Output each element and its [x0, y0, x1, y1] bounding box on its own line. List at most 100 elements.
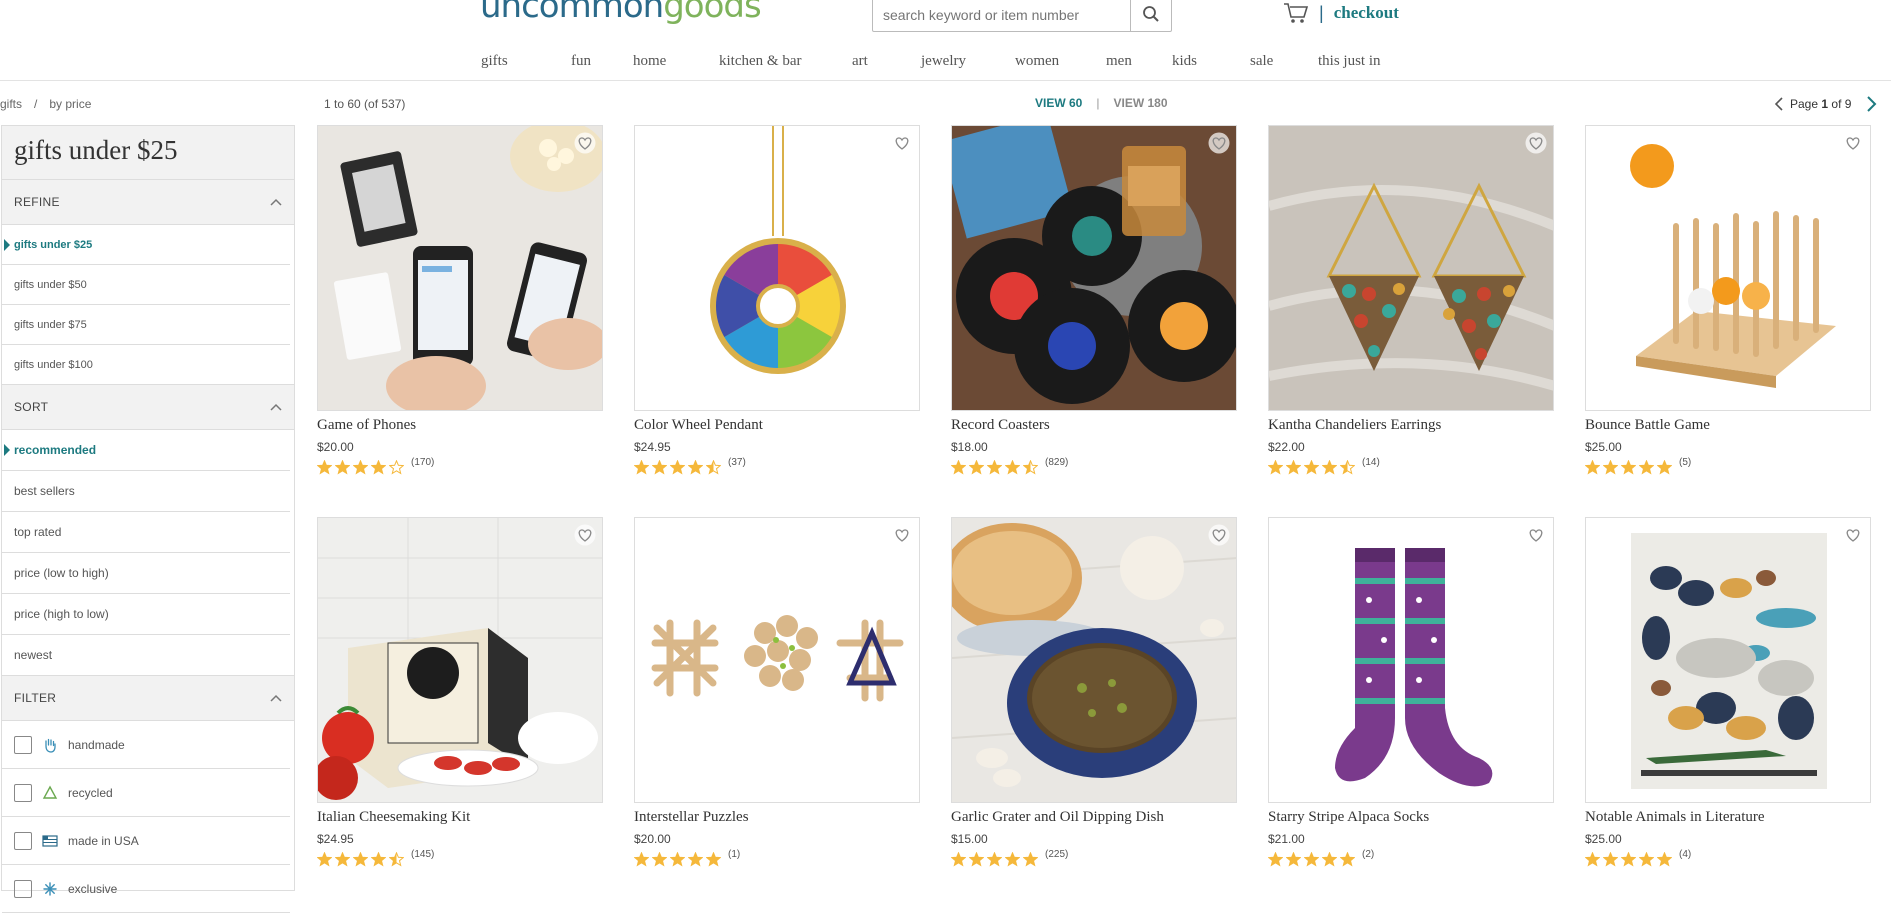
product-card[interactable]: Color Wheel Pendant $24.95 (37) — [634, 125, 920, 475]
product-image[interactable] — [634, 125, 920, 411]
product-name[interactable]: Starry Stripe Alpaca Socks — [1268, 809, 1554, 826]
nav-sale[interactable]: sale — [1250, 53, 1318, 70]
sort-item-recommended[interactable]: recommended — [2, 430, 290, 471]
checkbox[interactable] — [14, 783, 32, 802]
nav-fun[interactable]: fun — [571, 53, 633, 70]
product-name[interactable]: Record Coasters — [951, 417, 1237, 434]
star-icon — [1304, 460, 1319, 475]
review-count[interactable]: (225) — [1045, 849, 1068, 860]
heart-icon[interactable] — [1525, 524, 1547, 546]
heart-icon[interactable] — [1842, 524, 1864, 546]
review-count[interactable]: (4) — [1679, 849, 1691, 860]
search-input[interactable] — [881, 0, 1125, 33]
product-image[interactable] — [1585, 517, 1871, 803]
heart-icon[interactable] — [574, 524, 596, 546]
heart-icon[interactable] — [891, 132, 913, 154]
product-card[interactable]: Garlic Grater and Oil Dipping Dish $15.0… — [951, 517, 1237, 867]
star-icon — [1603, 460, 1618, 475]
heart-icon[interactable] — [1208, 524, 1230, 546]
heart-icon[interactable] — [574, 132, 596, 154]
product-card[interactable]: Record Coasters $18.00 (829) — [951, 125, 1237, 475]
checkbox[interactable] — [14, 735, 32, 754]
breadcrumb-current[interactable]: by price — [49, 97, 91, 111]
product-name[interactable]: Color Wheel Pendant — [634, 417, 920, 434]
product-card[interactable]: Bounce Battle Game $25.00 (5) — [1585, 125, 1871, 475]
sort-item-price-high-low[interactable]: price (high to low) — [2, 594, 290, 635]
product-image[interactable] — [951, 125, 1237, 411]
checkout-link[interactable]: checkout — [1334, 3, 1399, 23]
nav-men[interactable]: men — [1106, 53, 1172, 70]
product-name[interactable]: Bounce Battle Game — [1585, 417, 1871, 434]
product-name[interactable]: Notable Animals in Literature — [1585, 809, 1871, 826]
heart-icon[interactable] — [1842, 132, 1864, 154]
product-image[interactable] — [317, 517, 603, 803]
product-card[interactable]: Game of Phones $20.00 (170) — [317, 125, 603, 475]
nav-this-just-in[interactable]: this just in — [1318, 53, 1428, 70]
heart-icon[interactable] — [1208, 132, 1230, 154]
sort-item-price-low-high[interactable]: price (low to high) — [2, 553, 290, 594]
product-name[interactable]: Kantha Chandeliers Earrings — [1268, 417, 1554, 434]
filter-recycled[interactable]: recycled — [2, 769, 290, 817]
product-price: $25.00 — [1585, 832, 1622, 846]
review-count[interactable]: (145) — [411, 849, 434, 860]
product-name[interactable]: Game of Phones — [317, 417, 603, 434]
review-count[interactable]: (37) — [728, 457, 746, 468]
review-count[interactable]: (170) — [411, 457, 434, 468]
review-count[interactable]: (1) — [728, 849, 740, 860]
breadcrumb-root[interactable]: gifts — [0, 97, 22, 111]
nav-home[interactable]: home — [633, 53, 719, 70]
star-icon — [317, 852, 332, 867]
nav-women[interactable]: women — [1015, 53, 1106, 70]
product-name[interactable]: Garlic Grater and Oil Dipping Dish — [951, 809, 1237, 826]
product-image[interactable] — [1585, 125, 1871, 411]
view-180-link[interactable]: VIEW 180 — [1113, 96, 1167, 110]
refine-item-under-50[interactable]: gifts under $50 — [2, 265, 290, 305]
cart-icon[interactable] — [1283, 2, 1309, 24]
filter-exclusive[interactable]: exclusive — [2, 865, 290, 913]
sidebar: gifts under $25 REFINE gifts under $25 g… — [1, 125, 295, 913]
heart-icon[interactable] — [891, 524, 913, 546]
product-image[interactable] — [634, 517, 920, 803]
refine-item-under-100[interactable]: gifts under $100 — [2, 345, 290, 384]
checkbox[interactable] — [14, 879, 32, 898]
sort-item-best-sellers[interactable]: best sellers — [2, 471, 290, 512]
product-card[interactable]: Notable Animals in Literature $25.00 (4) — [1585, 517, 1871, 867]
filter-handmade[interactable]: handmade — [2, 721, 290, 769]
chevron-right-icon[interactable] — [1865, 96, 1877, 112]
refine-item-under-75[interactable]: gifts under $75 — [2, 305, 290, 345]
product-name[interactable]: Italian Cheesemaking Kit — [317, 809, 603, 826]
product-card[interactable]: Interstellar Puzzles $20.00 (1) — [634, 517, 920, 867]
checkbox[interactable] — [14, 831, 32, 850]
product-image[interactable] — [1268, 517, 1554, 803]
product-image[interactable] — [1268, 125, 1554, 411]
nav-art[interactable]: art — [852, 53, 921, 70]
search-button[interactable] — [1130, 0, 1171, 31]
product-image[interactable] — [951, 517, 1237, 803]
heart-icon[interactable] — [1525, 132, 1547, 154]
review-count[interactable]: (14) — [1362, 457, 1380, 468]
product-image[interactable] — [317, 125, 603, 411]
star-icon — [652, 460, 667, 475]
sort-item-newest[interactable]: newest — [2, 635, 290, 675]
sort-header[interactable]: SORT — [2, 384, 294, 430]
nav-gifts[interactable]: gifts — [481, 53, 571, 70]
product-card[interactable]: Italian Cheesemaking Kit $24.95 (145) — [317, 517, 603, 867]
nav-kitchen-bar[interactable]: kitchen & bar — [719, 53, 852, 70]
review-count[interactable]: (2) — [1362, 849, 1374, 860]
nav-kids[interactable]: kids — [1172, 53, 1250, 70]
product-card[interactable]: Starry Stripe Alpaca Socks $21.00 (2) — [1268, 517, 1554, 867]
refine-item-under-25[interactable]: gifts under $25 — [2, 225, 290, 265]
view-60-link[interactable]: VIEW 60 — [1035, 96, 1082, 110]
review-count[interactable]: (829) — [1045, 457, 1068, 468]
chevron-left-icon[interactable] — [1774, 97, 1784, 111]
filter-header[interactable]: FILTER — [2, 675, 294, 721]
sort-item-top-rated[interactable]: top rated — [2, 512, 290, 553]
refine-header[interactable]: REFINE — [2, 180, 294, 225]
filter-made-in-usa[interactable]: made in USA — [2, 817, 290, 865]
nav-jewelry[interactable]: jewelry — [921, 53, 1015, 70]
site-logo[interactable]: uncommongoods — [480, 0, 762, 26]
product-name[interactable]: Interstellar Puzzles — [634, 809, 920, 826]
product-price: $24.95 — [317, 832, 354, 846]
product-card[interactable]: Kantha Chandeliers Earrings $22.00 (14) — [1268, 125, 1554, 475]
review-count[interactable]: (5) — [1679, 457, 1691, 468]
